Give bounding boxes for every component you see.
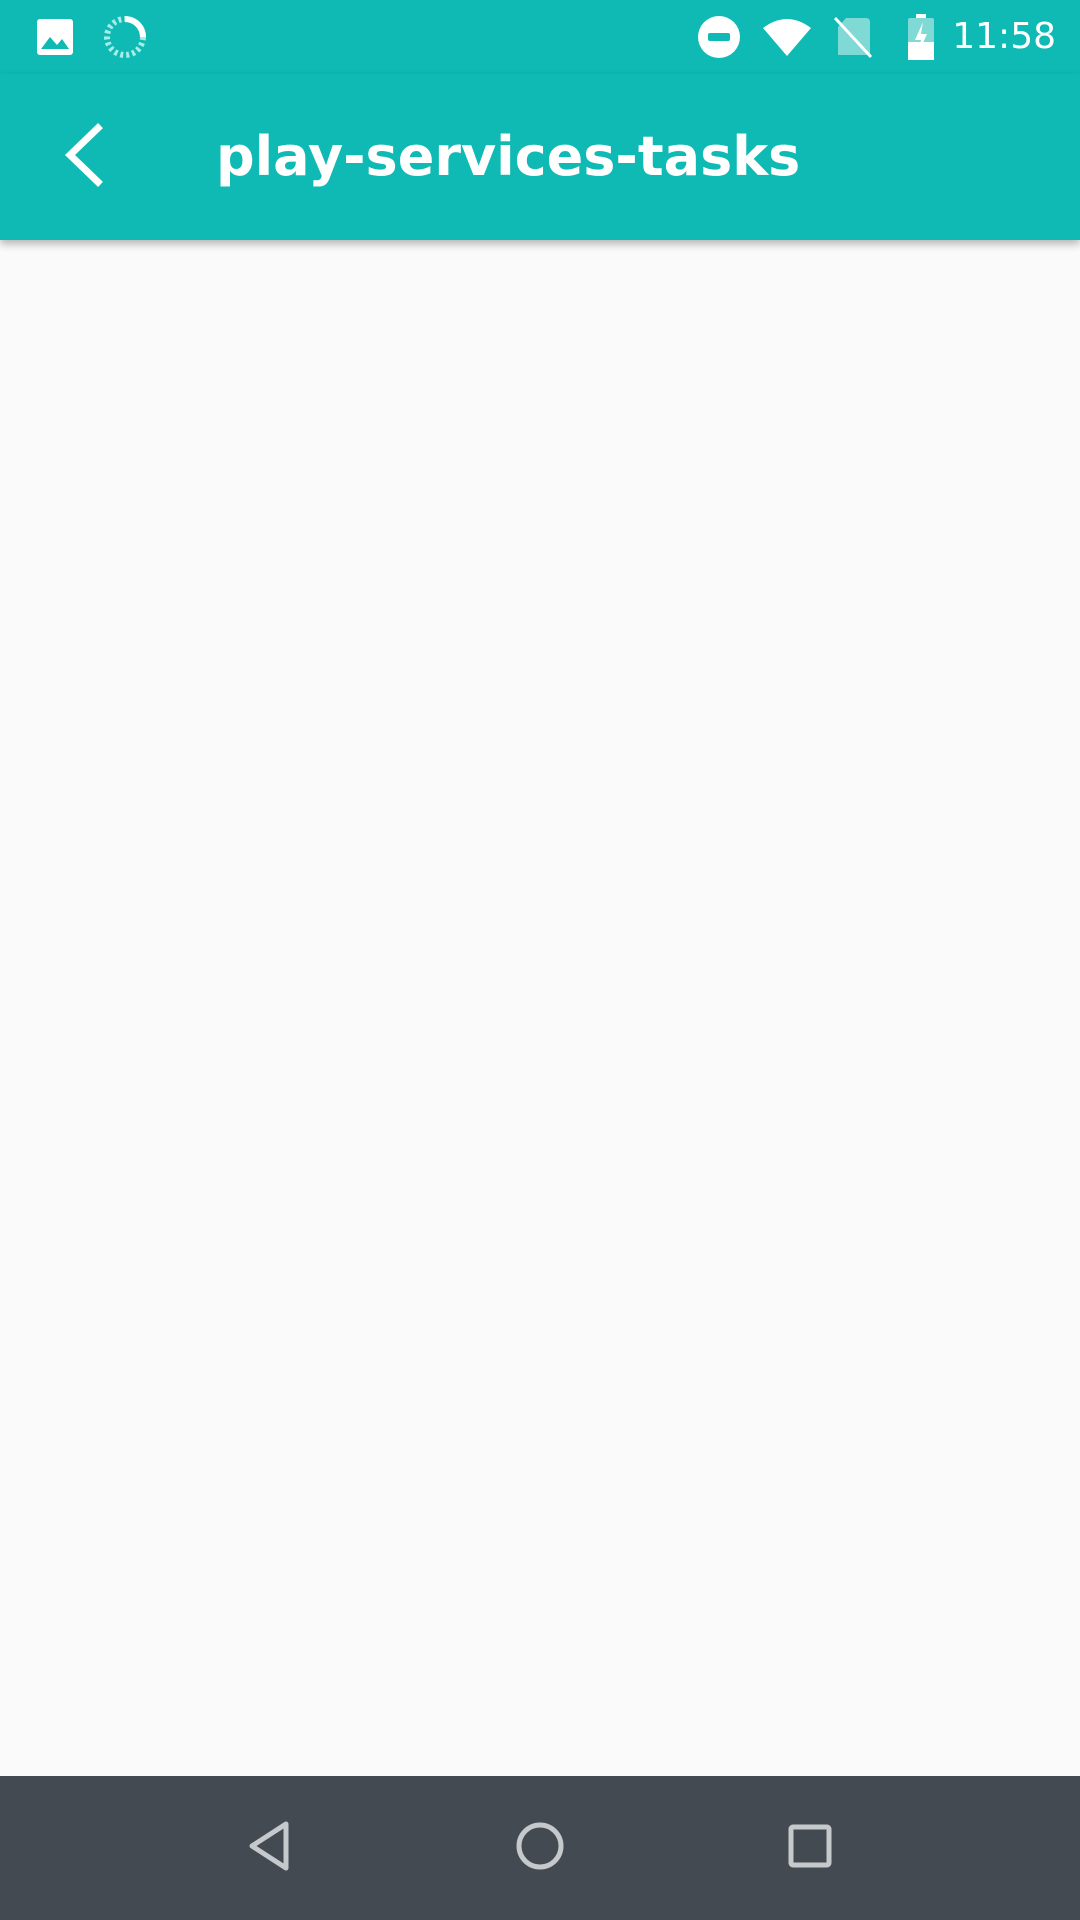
battery-charging-icon bbox=[904, 14, 938, 60]
nav-recents-button[interactable] bbox=[760, 1798, 860, 1898]
back-arrow-icon bbox=[60, 122, 108, 192]
nav-back-button[interactable] bbox=[220, 1798, 320, 1898]
wifi-icon bbox=[760, 14, 814, 60]
status-time: 11:58 bbox=[952, 16, 1056, 57]
navigation-bar bbox=[0, 1776, 1080, 1920]
do-not-disturb-icon bbox=[696, 14, 742, 60]
nav-home-icon bbox=[514, 1820, 566, 1876]
no-sim-icon bbox=[830, 14, 876, 60]
content-area bbox=[0, 240, 1080, 1776]
back-button[interactable] bbox=[36, 113, 132, 201]
image-icon bbox=[32, 14, 78, 60]
sync-spinner-icon bbox=[102, 14, 148, 60]
nav-back-icon bbox=[246, 1820, 294, 1876]
nav-recents-icon bbox=[787, 1823, 833, 1873]
nav-home-button[interactable] bbox=[490, 1798, 590, 1898]
page-title: play-services-tasks bbox=[216, 125, 801, 188]
app-bar: play-services-tasks bbox=[0, 74, 1080, 240]
status-bar: 11:58 bbox=[0, 0, 1080, 74]
screen: 11:58 play-services-tasks bbox=[0, 0, 1080, 1920]
